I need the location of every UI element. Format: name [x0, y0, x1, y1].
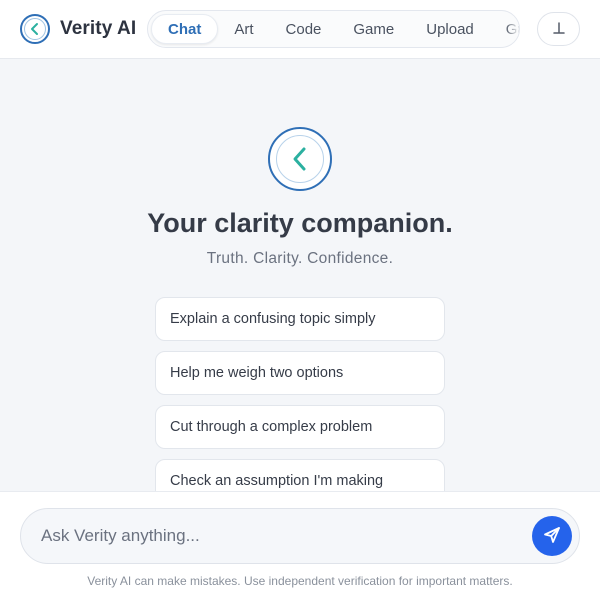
- suggestion-card[interactable]: Explain a confusing topic simply: [155, 297, 445, 341]
- tab-code[interactable]: Code: [270, 14, 338, 44]
- suggestion-card[interactable]: Help me weigh two options: [155, 351, 445, 395]
- chevron-left-icon: [24, 18, 46, 40]
- up-tack-icon: [552, 21, 566, 38]
- tabs-fade: [505, 11, 519, 47]
- tab-chat[interactable]: Chat: [151, 14, 219, 44]
- send-icon: [542, 525, 562, 548]
- message-input[interactable]: [21, 509, 521, 563]
- tab-upload[interactable]: Upload: [410, 14, 490, 44]
- tab-art[interactable]: Art: [218, 14, 269, 44]
- brand-name: Verity AI: [60, 18, 137, 39]
- brand[interactable]: Verity AI: [20, 13, 136, 45]
- chevron-left-icon: [276, 135, 324, 183]
- composer-area: Verity AI can make mistakes. Use indepen…: [0, 491, 600, 600]
- suggestion-list: Explain a confusing topic simply Help me…: [0, 297, 600, 491]
- header-action-button[interactable]: [537, 12, 580, 46]
- composer: [20, 508, 580, 564]
- suggestion-card[interactable]: Check an assumption I'm making: [155, 459, 445, 491]
- mode-tabs: Chat Art Code Game Upload Guide: [147, 10, 520, 48]
- send-button[interactable]: [532, 516, 572, 556]
- brand-logo: [20, 14, 50, 44]
- hero-logo: [268, 127, 332, 191]
- hero-title: Your clarity companion.: [147, 208, 453, 238]
- tab-game[interactable]: Game: [337, 14, 410, 44]
- disclaimer: Verity AI can make mistakes. Use indepen…: [87, 574, 513, 588]
- suggestion-card[interactable]: Cut through a complex problem: [155, 405, 445, 449]
- top-header: Verity AI Chat Art Code Game Upload Guid…: [0, 0, 600, 59]
- hero-subtitle: Truth. Clarity. Confidence.: [206, 250, 394, 267]
- app-root: Verity AI Chat Art Code Game Upload Guid…: [0, 0, 600, 600]
